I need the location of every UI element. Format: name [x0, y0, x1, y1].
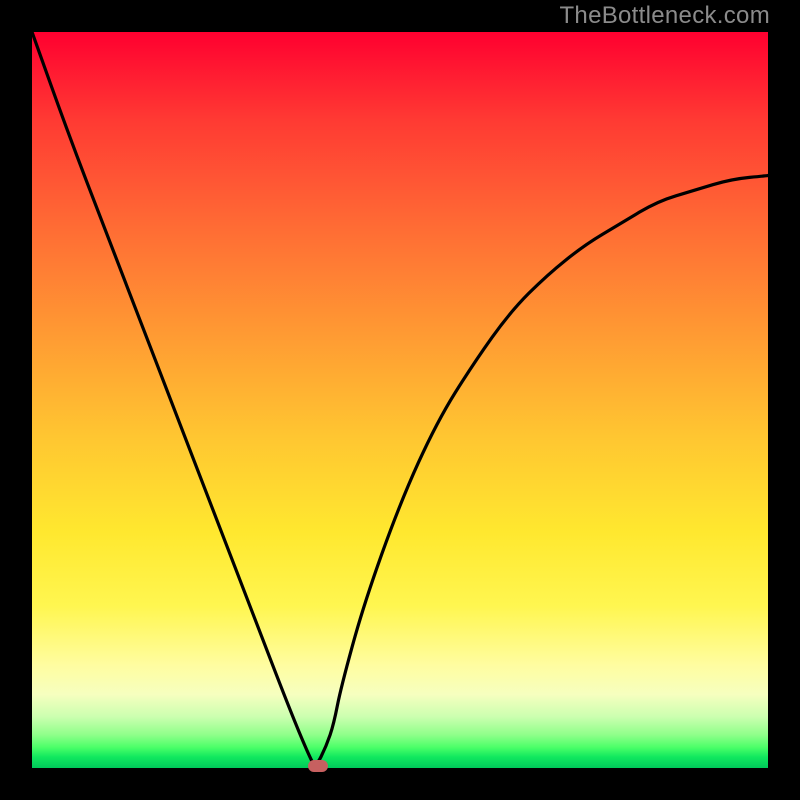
- optimal-marker: [308, 760, 328, 772]
- watermark-text: TheBottleneck.com: [559, 2, 770, 30]
- chart-frame: TheBottleneck.com: [0, 0, 800, 800]
- plot-area: [32, 32, 768, 768]
- bottleneck-curve: [32, 32, 768, 768]
